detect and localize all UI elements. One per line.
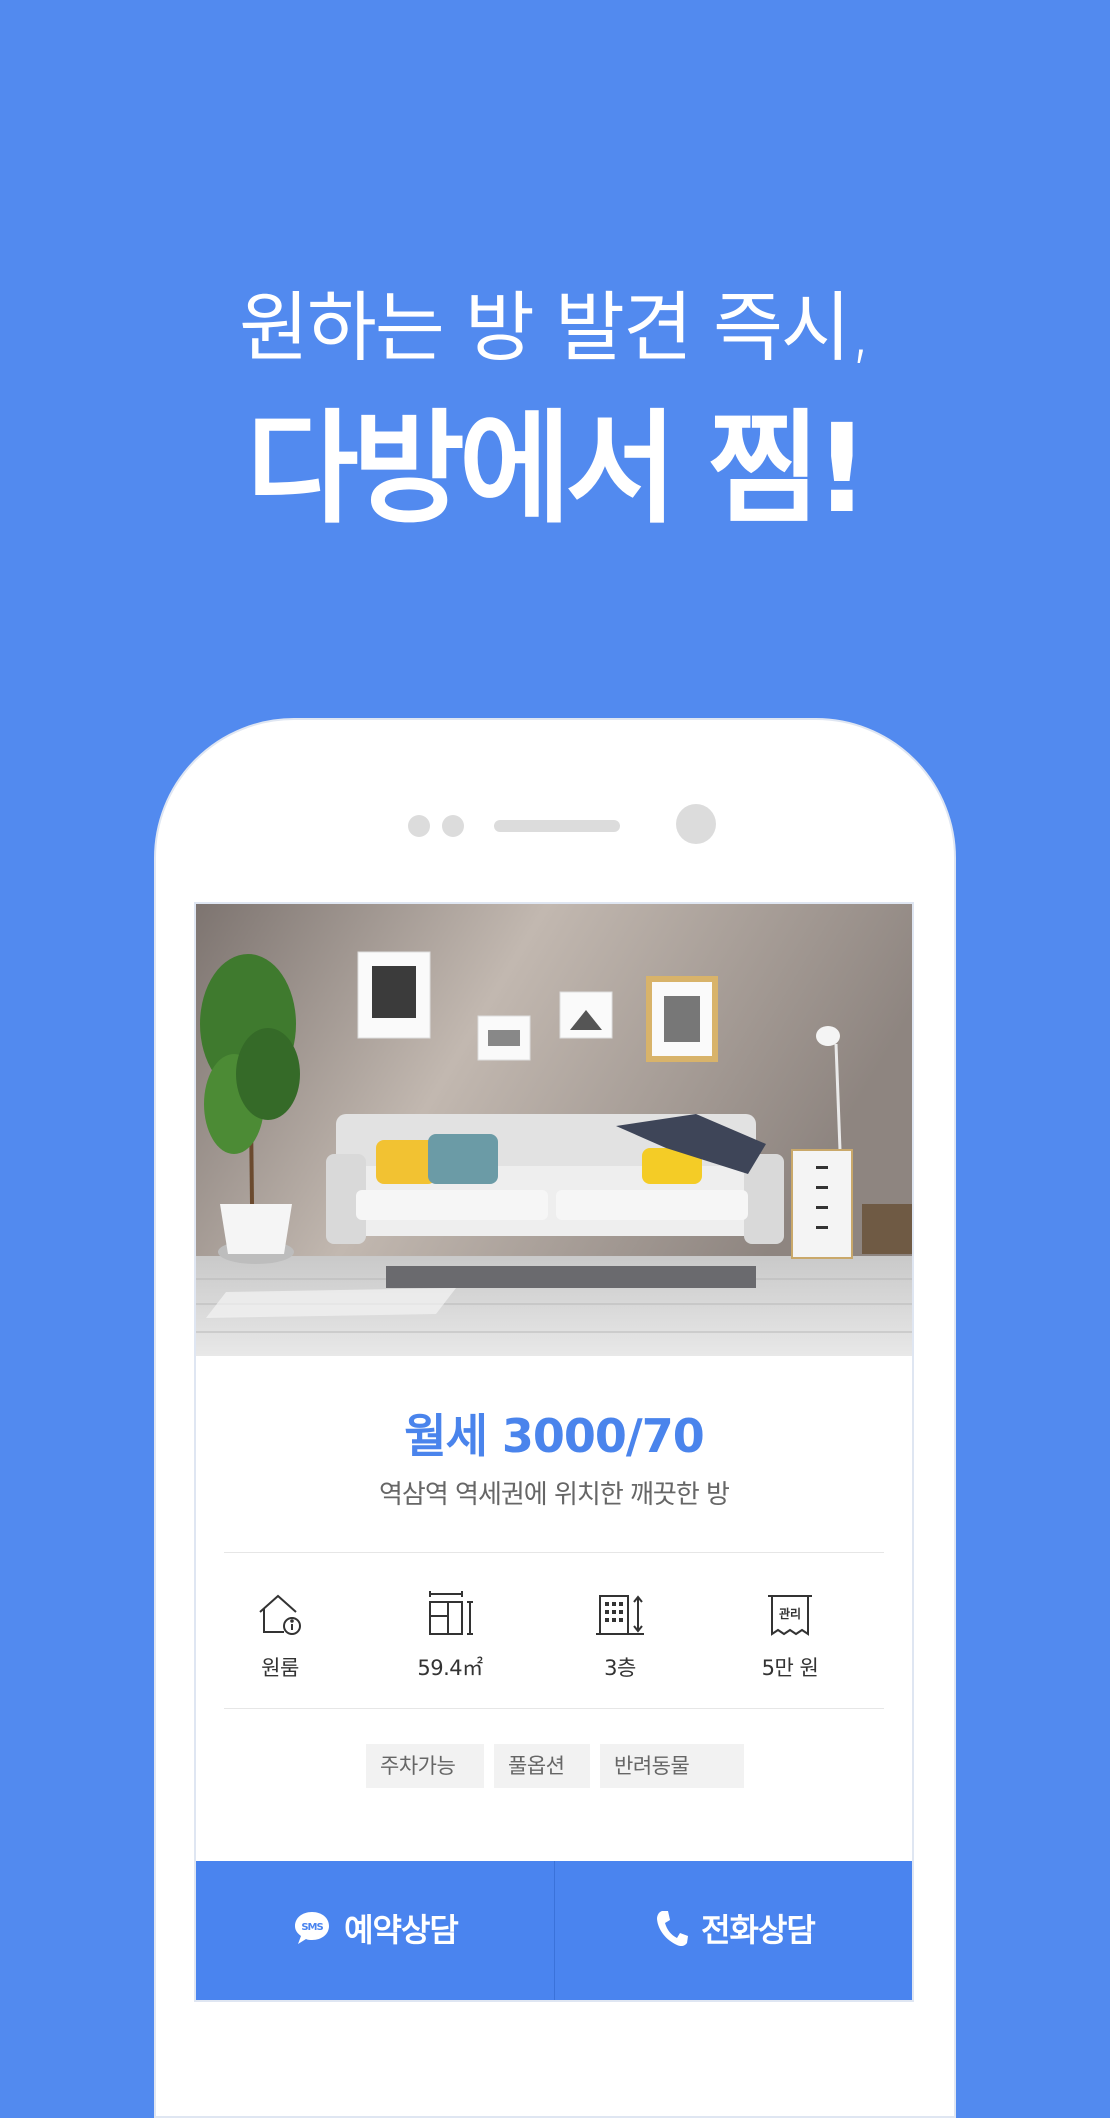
feature-maintenance-fee: 관리 5만 원 (706, 1588, 874, 1682)
management-fee-icon-text: 관리 (779, 1606, 801, 1621)
sensor-dot (408, 815, 430, 837)
phone-consult-label: 전화상담 (701, 1911, 816, 1949)
sensor-dot (442, 815, 464, 837)
earpiece-speaker (494, 820, 620, 832)
feature-area: 59.4㎡ (366, 1588, 534, 1682)
feature-label: 5만 원 (761, 1656, 819, 1680)
divider (224, 1552, 884, 1553)
sms-icon-text: SMS (301, 1922, 323, 1933)
feature-label: 원룸 (261, 1656, 299, 1680)
phone-icon (657, 1911, 689, 1947)
floor-area-icon (429, 1591, 473, 1635)
building-floor-icon (596, 1595, 644, 1635)
management-fee-icon: 관리 (768, 1595, 812, 1636)
feature-room-type: 원룸 (196, 1588, 364, 1682)
listing-description: 역삼역 역세권에 위치한 깨끗한 방 (379, 1480, 730, 1510)
sms-consult-label: 예약상담 (344, 1911, 459, 1949)
tag-parking: 주차가능 (366, 1744, 484, 1788)
headline-line-2: 다방에서 찜! (246, 398, 869, 540)
sms-icon: SMS (295, 1912, 330, 1944)
tag-full-option: 풀옵션 (494, 1744, 590, 1788)
headline-line-1: 원하는 방 발견 즉시, (239, 283, 873, 372)
front-camera (676, 804, 716, 844)
phone-consult-button[interactable]: 전화상담 (555, 1861, 912, 2000)
room-photo (196, 904, 912, 1356)
listing-price: 월세 3000/70 (404, 1409, 705, 1463)
feature-label: 3층 (604, 1656, 636, 1680)
tag-pets: 반려동물 (600, 1744, 744, 1788)
house-info-icon (259, 1594, 301, 1635)
divider (224, 1708, 884, 1709)
feature-floor: 3층 (536, 1588, 704, 1682)
listing-card[interactable]: 월세 3000/70 역삼역 역세권에 위치한 깨끗한 방 원룸 59.4㎡ 3… (194, 902, 914, 2002)
feature-label: 59.4㎡ (417, 1656, 483, 1680)
sms-consult-button[interactable]: SMS 예약상담 (196, 1861, 554, 2000)
